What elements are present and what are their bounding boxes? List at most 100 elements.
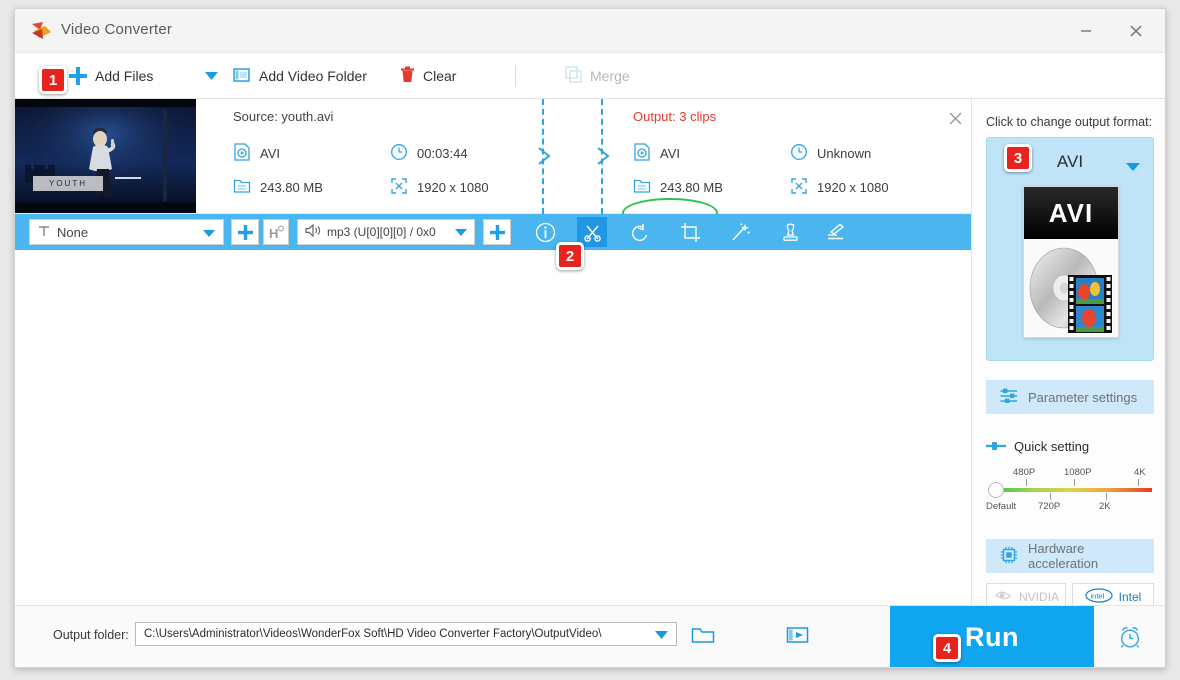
step-badge-2: 2	[556, 242, 584, 270]
main-toolbar: Add Files Add Video Folder Clear Merge	[15, 53, 1165, 99]
sliders-icon	[1000, 388, 1018, 407]
text-icon	[38, 225, 50, 240]
hardcode-subtitle-button[interactable]: H	[263, 219, 289, 245]
media-library-button[interactable]	[782, 620, 812, 650]
rotate-icon[interactable]	[625, 217, 655, 247]
remove-file-button[interactable]	[944, 107, 966, 129]
slider-tick-720p	[1050, 493, 1051, 500]
nvidia-label: NVIDIA	[1018, 590, 1059, 604]
step-badge-3: 3	[1004, 144, 1032, 172]
slider-track[interactable]	[996, 488, 1152, 492]
output-duration-label: Unknown	[817, 146, 872, 161]
add-video-folder-label: Add Video Folder	[259, 68, 367, 84]
title-bar: Video Converter	[15, 9, 1165, 53]
output-size: 243.80 MB	[633, 177, 723, 198]
chevron-right-icon-2	[595, 145, 611, 172]
run-button[interactable]: Run	[890, 606, 1094, 667]
subtitle-icon[interactable]	[820, 217, 850, 247]
clear-button[interactable]: Clear	[400, 53, 456, 99]
file-format-icon	[233, 143, 251, 164]
quick-setting-icon	[986, 439, 1006, 454]
clear-label: Clear	[423, 68, 457, 84]
add-files-dropdown-button[interactable]	[198, 53, 224, 99]
parameter-settings-label: Parameter settings	[1028, 389, 1138, 405]
file-format-icon	[633, 143, 651, 164]
source-size-label: 243.80 MB	[260, 180, 323, 195]
clock-icon	[390, 143, 408, 164]
slider-label-default: Default	[986, 501, 1017, 512]
add-files-button[interactable]: Add Files	[69, 53, 153, 99]
merge-button[interactable]: Merge	[565, 53, 630, 99]
video-folder-icon	[233, 67, 251, 86]
minimize-button[interactable]	[1063, 9, 1109, 53]
merge-icon	[565, 66, 582, 86]
svg-text:intel: intel	[1090, 592, 1104, 601]
step-badge-4: 4	[933, 634, 961, 662]
chevron-down-icon[interactable]	[1126, 158, 1140, 176]
subtitle-select[interactable]: None	[29, 219, 224, 245]
clock-icon	[790, 143, 808, 164]
slider-tick-480p	[1026, 479, 1027, 486]
chevron-down-icon	[455, 225, 467, 239]
slider-tick-1080p	[1074, 479, 1075, 486]
slider-label-720p: 720P	[1038, 501, 1061, 512]
slider-label-480p: 480P	[1013, 467, 1036, 478]
slider-label-4k: 4K	[1134, 467, 1146, 478]
chevron-down-icon[interactable]	[655, 630, 668, 642]
speaker-icon	[305, 223, 321, 240]
audio-track-select[interactable]: mp3 (U[0][0][0] / 0x0	[297, 219, 475, 245]
app-logo-icon	[31, 21, 53, 41]
cpu-chip-icon	[1000, 546, 1018, 567]
output-format-label: AVI	[660, 146, 680, 161]
nvidia-icon	[993, 589, 1013, 605]
schedule-button[interactable]	[1115, 622, 1145, 652]
open-folder-button[interactable]	[688, 620, 718, 650]
add-subtitle-button[interactable]	[231, 219, 259, 245]
toolbar-divider	[515, 65, 516, 87]
quick-setting-header: Quick setting	[986, 439, 1089, 454]
close-button[interactable]	[1113, 9, 1159, 53]
subtitle-value: None	[57, 224, 89, 240]
add-video-folder-button[interactable]: Add Video Folder	[233, 53, 367, 99]
app-title: Video Converter	[61, 21, 173, 38]
slider-knob[interactable]	[988, 482, 1004, 498]
audio-track-value: mp3 (U[0][0][0] / 0x0	[327, 225, 436, 239]
resolution-icon	[390, 177, 408, 198]
source-duration-label: 00:03:44	[417, 146, 468, 161]
intel-label: Intel	[1118, 590, 1142, 604]
output-folder-path: C:\Users\Administrator\Videos\WonderFox …	[144, 628, 602, 640]
add-audio-button[interactable]	[483, 219, 511, 245]
slider-tick-2k	[1106, 493, 1107, 500]
file-size-icon	[233, 177, 251, 198]
crop-icon[interactable]	[675, 217, 705, 247]
source-format-label: AVI	[260, 146, 280, 161]
watermark-icon[interactable]	[775, 217, 805, 247]
parameter-settings-button[interactable]: Parameter settings	[986, 380, 1154, 414]
quick-setting-label: Quick setting	[1014, 439, 1090, 454]
output-resolution-label: 1920 x 1080	[817, 180, 889, 195]
chevron-down-icon	[203, 225, 215, 240]
plus-icon	[69, 67, 87, 85]
slider-label-1080p: 1080P	[1064, 467, 1092, 478]
thumbnail-caption: YOUTH	[33, 176, 103, 191]
output-settings-panel: Click to change output format: AVI AVI P…	[971, 99, 1165, 614]
file-size-icon	[633, 177, 651, 198]
source-title: Source: youth.avi	[233, 109, 334, 124]
video-thumbnail[interactable]: YOUTH	[15, 99, 196, 213]
bottom-bar: Output folder: C:\Users\Administrator\Vi…	[15, 605, 1165, 667]
trash-icon	[400, 66, 415, 86]
step-badge-1: 1	[39, 66, 67, 94]
source-resolution: 1920 x 1080	[390, 177, 489, 198]
intel-icon: intel	[1085, 588, 1113, 606]
effects-icon[interactable]	[725, 217, 755, 247]
output-title: Output: 3 clips	[633, 109, 717, 124]
hardware-acceleration-button[interactable]: Hardware acceleration	[986, 539, 1154, 573]
merge-label: Merge	[590, 68, 630, 84]
change-format-label: Click to change output format:	[986, 115, 1153, 129]
add-files-label: Add Files	[95, 68, 154, 84]
output-folder-label: Output folder:	[53, 628, 129, 642]
slider-label-2k: 2K	[1099, 501, 1111, 512]
output-folder-input[interactable]: C:\Users\Administrator\Videos\WonderFox …	[135, 622, 677, 646]
source-resolution-label: 1920 x 1080	[417, 180, 489, 195]
info-icon[interactable]	[530, 217, 560, 247]
